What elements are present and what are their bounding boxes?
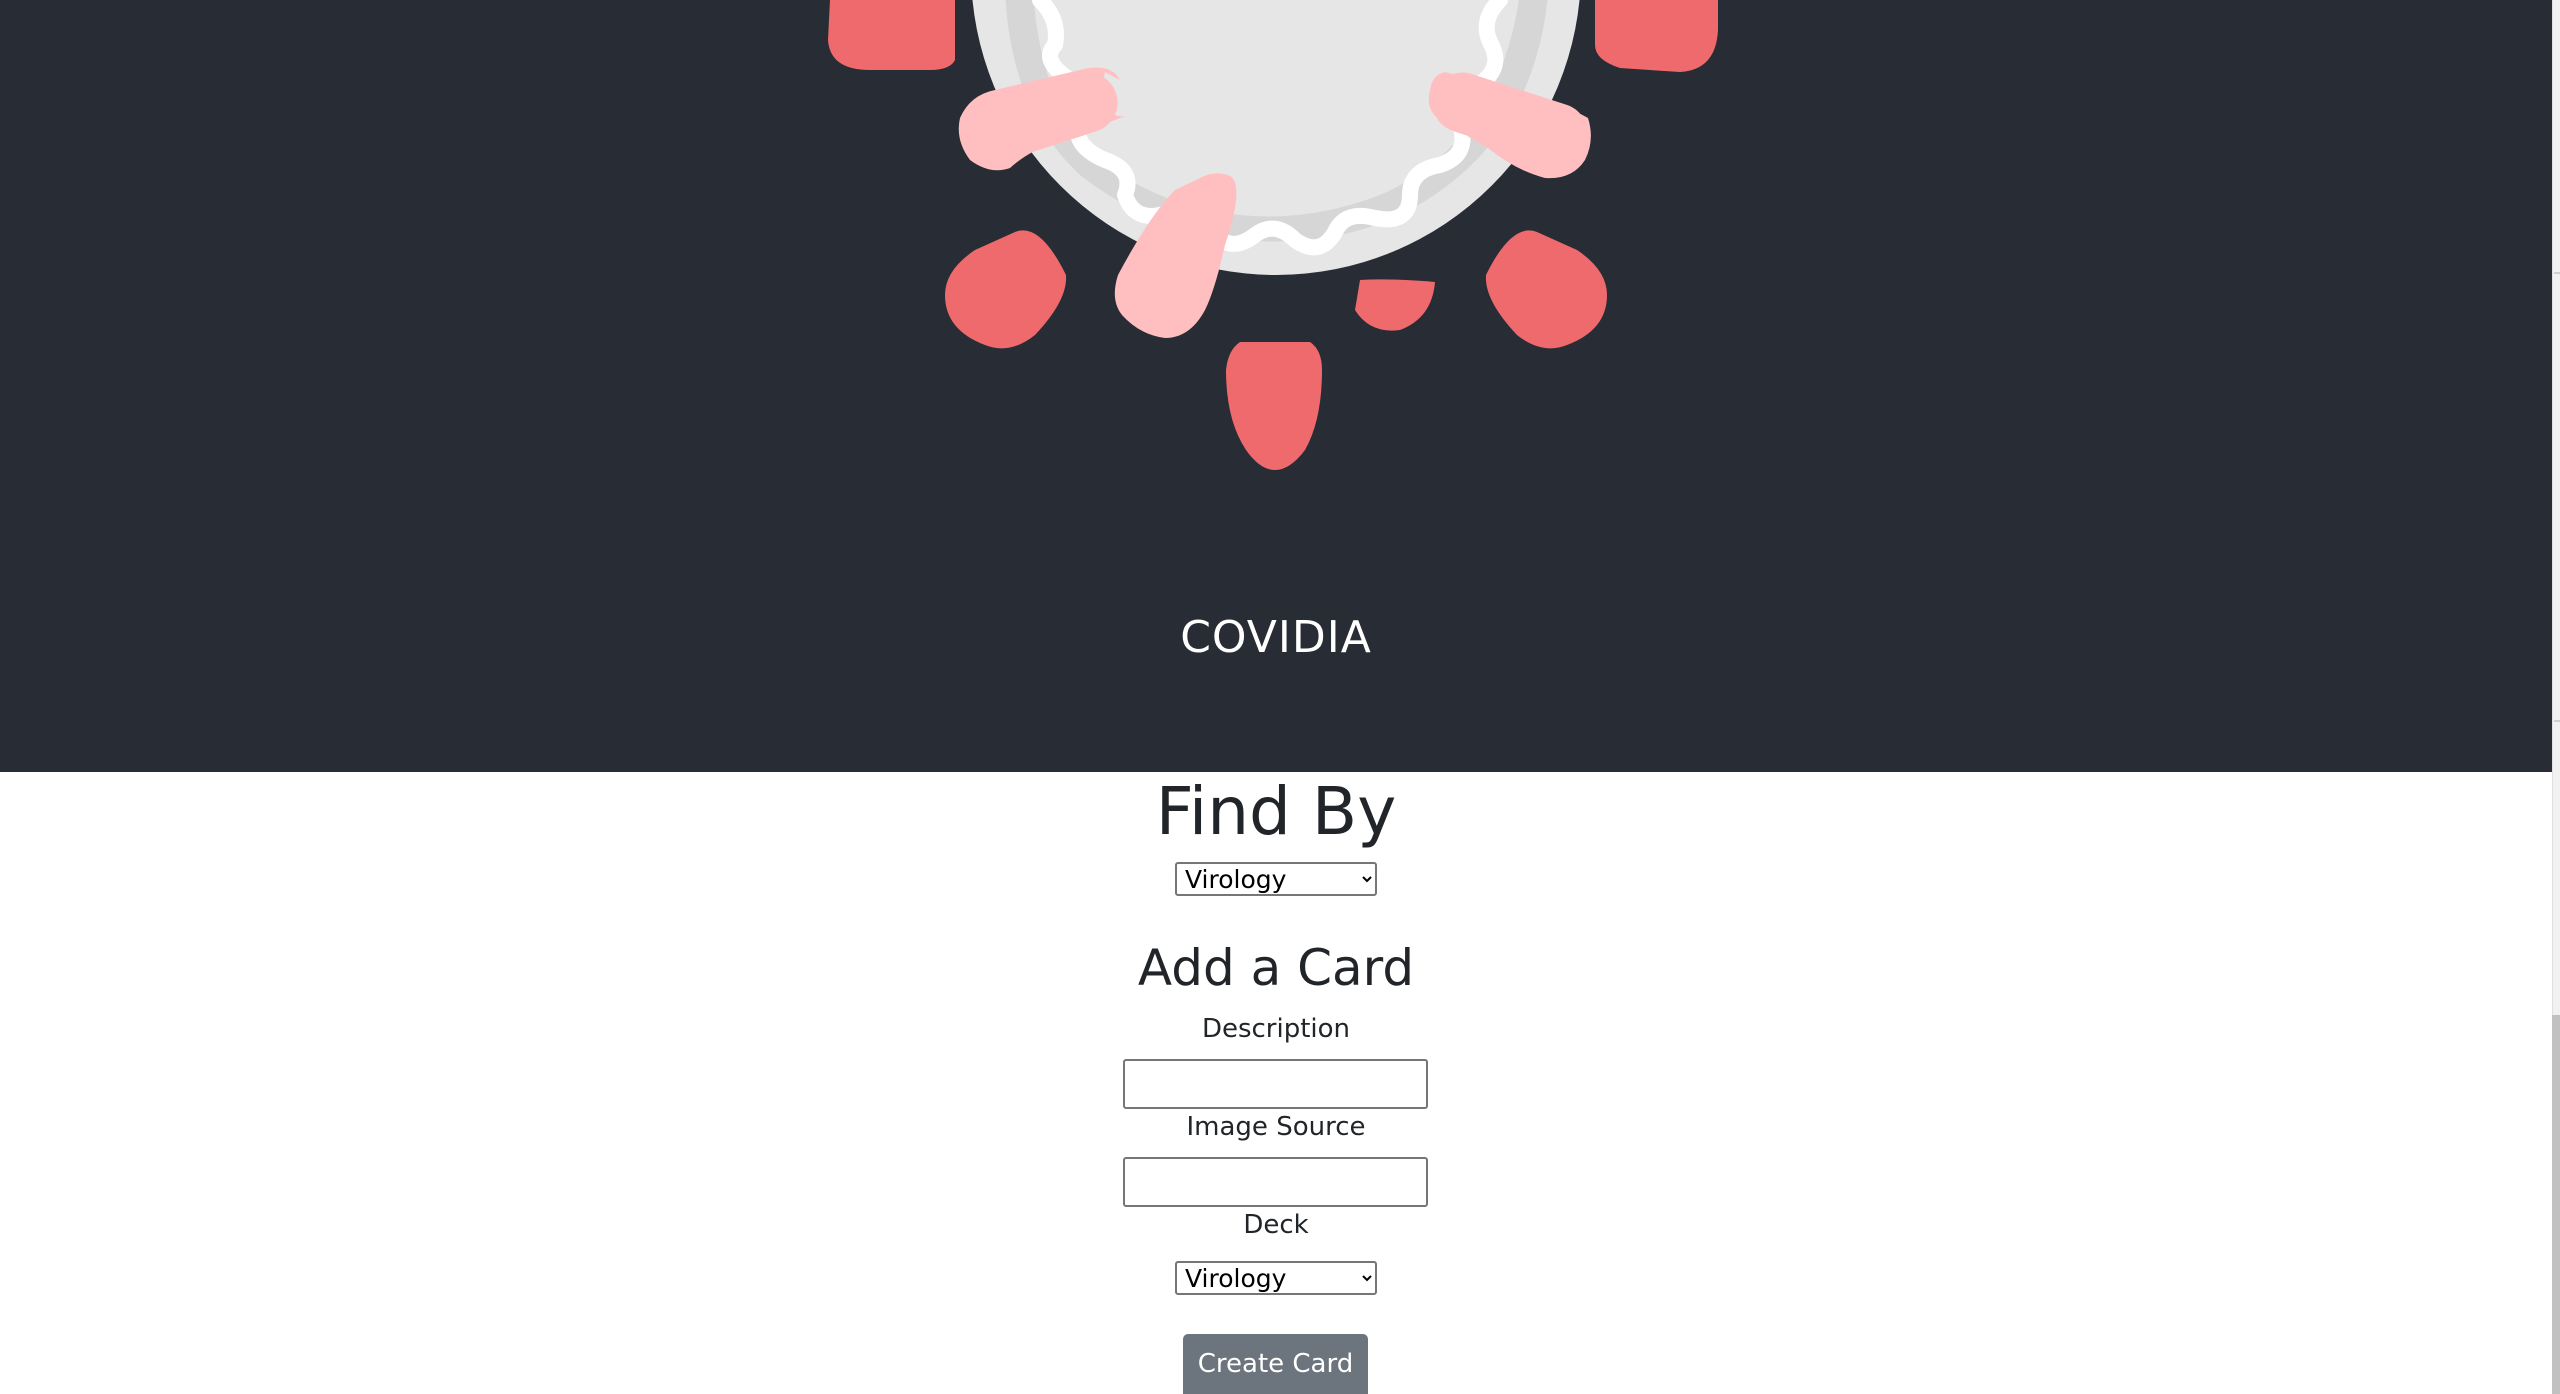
scrollbar-thumb[interactable] — [2552, 1015, 2560, 1394]
app-title: COVIDIA — [1180, 612, 1372, 663]
deck-select[interactable]: Virology — [1175, 1261, 1377, 1295]
app-header: COVIDIA — [0, 0, 2552, 772]
create-card-button[interactable]: Create Card — [1183, 1334, 1368, 1394]
page: COVIDIA Find By Virology Add a Card Desc… — [0, 0, 2560, 1394]
find-by-select[interactable]: Virology — [1175, 862, 1377, 896]
main-content: Find By Virology Add a Card Description … — [0, 772, 2552, 1394]
scrollbar-tick — [2554, 720, 2560, 722]
image-source-input[interactable] — [1123, 1157, 1428, 1207]
page-scrollbar[interactable] — [2552, 0, 2560, 1394]
scrollbar-tick — [2554, 272, 2560, 274]
deck-label: Deck — [1243, 1210, 1309, 1240]
add-card-heading: Add a Card — [1137, 939, 1415, 997]
find-by-heading: Find By — [1155, 773, 1397, 850]
description-label: Description — [1201, 1014, 1351, 1044]
image-source-label: Image Source — [1186, 1112, 1366, 1142]
description-input[interactable] — [1123, 1059, 1428, 1109]
